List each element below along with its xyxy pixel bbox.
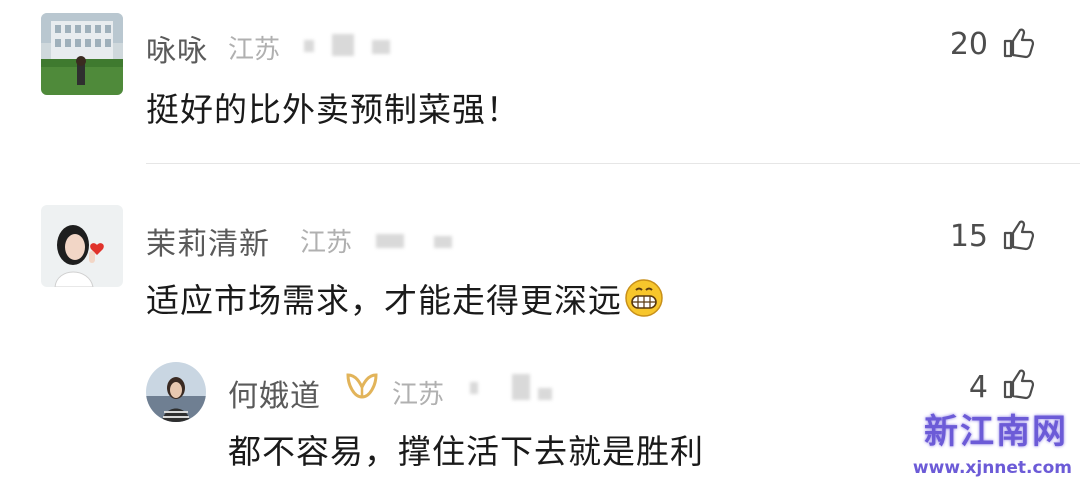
grinning-face-icon xyxy=(625,279,663,317)
thumbs-up-icon[interactable] xyxy=(1002,27,1034,59)
comment-text-content: 适应市场需求，才能走得更深远 xyxy=(146,281,622,320)
user-avatar[interactable] xyxy=(41,13,123,95)
redacted-info xyxy=(470,382,478,394)
watermark-url: www.xjnnet.com xyxy=(912,458,1072,478)
username[interactable]: 茉莉清新 xyxy=(146,219,270,263)
redacted-info xyxy=(304,40,314,52)
location-label: 江苏 xyxy=(300,228,353,258)
redacted-info xyxy=(376,234,404,248)
location-label: 江苏 xyxy=(392,380,445,410)
like-count: 4 xyxy=(968,370,988,405)
user-avatar[interactable] xyxy=(41,205,123,287)
redacted-info xyxy=(434,236,452,248)
thumbs-up-icon[interactable] xyxy=(1002,368,1034,400)
redacted-info xyxy=(538,388,552,400)
reply-text: 都不容易，撑住活下去就是胜利 xyxy=(228,432,704,471)
girl-with-heart-icon xyxy=(41,205,123,287)
watermark-title: 新江南网 xyxy=(923,411,1068,453)
location-label: 江苏 xyxy=(228,35,281,65)
like-count: 20 xyxy=(949,27,988,62)
like-count: 15 xyxy=(949,219,988,254)
user-avatar[interactable] xyxy=(146,362,206,422)
thumbs-up-icon[interactable] xyxy=(1002,219,1034,251)
building-lawn-photo-icon xyxy=(41,13,123,95)
username[interactable]: 咏咏 xyxy=(146,26,208,70)
redacted-info xyxy=(372,40,390,54)
gold-ribbon-badge-icon xyxy=(346,373,378,399)
username[interactable]: 何娥道 xyxy=(228,371,321,415)
comment-text: 挺好的比外卖预制菜强！ xyxy=(146,90,520,129)
divider xyxy=(146,163,1080,164)
comment-text: 适应市场需求，才能走得更深远 xyxy=(146,274,664,322)
redacted-info xyxy=(512,374,530,400)
redacted-info xyxy=(332,34,354,56)
seaside-photo-icon xyxy=(146,362,206,422)
